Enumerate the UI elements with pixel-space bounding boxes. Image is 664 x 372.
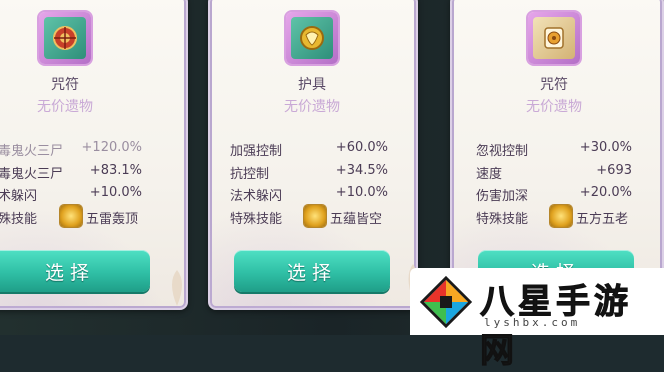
stat-label: 毒鬼火三尸 (0, 144, 64, 159)
stat-label: 忽视控制 (476, 144, 529, 159)
stat-label: 伤害加深 (476, 189, 529, 204)
skill-label: 殊技能 (0, 212, 38, 227)
stat-value: +34.5% (335, 163, 388, 178)
relic-icon-frame (39, 12, 91, 64)
stat-label: 术躲闪 (0, 189, 38, 204)
stat-value: +30.0% (579, 140, 632, 155)
scroll-icon (533, 17, 575, 59)
select-button[interactable]: 选择 (234, 250, 390, 292)
skill-name: 五蕴皆空 (330, 212, 383, 227)
stat-label: 毒鬼火三尸 (0, 167, 64, 182)
stat-value: +10.0% (89, 185, 142, 200)
site-logo-icon (419, 275, 473, 329)
relic-icon-frame (286, 12, 338, 64)
stat-label: 加强控制 (230, 144, 283, 159)
watermark: 八星手游网 lyshbx.com (410, 268, 664, 372)
stat-value: +20.0% (579, 185, 632, 200)
skill-icon (550, 205, 572, 227)
skill-name: 五方五老 (576, 212, 629, 227)
petal-decoration (172, 270, 182, 306)
relic-card-1[interactable]: 咒符 无价遗物 毒鬼火三尸 +120.0% 毒鬼火三尸 +83.1% 术躲闪 +… (0, 0, 188, 310)
relic-card-2[interactable]: 护具 无价遗物 加强控制 +60.0% 抗控制 +34.5% 法术躲闪 +10.… (208, 0, 418, 310)
watermark-url: lyshbx.com (484, 316, 581, 329)
stat-value: +83.1% (89, 163, 142, 178)
skill-name: 五雷轰顶 (86, 212, 139, 227)
stat-value: +120.0% (81, 140, 142, 155)
stat-label: 速度 (476, 167, 503, 182)
relic-subtitle: 无价遗物 (284, 99, 340, 115)
relic-name: 咒符 (51, 77, 79, 93)
skill-label: 特殊技能 (476, 212, 529, 227)
stat-value: +60.0% (335, 140, 388, 155)
relic-card-3[interactable]: 咒符 无价遗物 忽视控制 +30.0% 速度 +693 伤害加深 +20.0% … (450, 0, 664, 310)
stat-value: +10.0% (335, 185, 388, 200)
armor-icon (291, 17, 333, 59)
stat-label: 法术躲闪 (230, 189, 283, 204)
select-button[interactable]: 选择 (0, 250, 150, 292)
relic-name: 护具 (298, 77, 326, 93)
skill-label: 特殊技能 (230, 212, 283, 227)
relic-name: 咒符 (540, 77, 568, 93)
skill-icon (304, 205, 326, 227)
talisman-icon (44, 17, 86, 59)
skill-icon (60, 205, 82, 227)
stat-label: 抗控制 (230, 167, 270, 182)
relic-subtitle: 无价遗物 (526, 99, 582, 115)
relic-subtitle: 无价遗物 (37, 99, 93, 115)
stat-value: +693 (596, 163, 632, 178)
relic-icon-frame (528, 12, 580, 64)
